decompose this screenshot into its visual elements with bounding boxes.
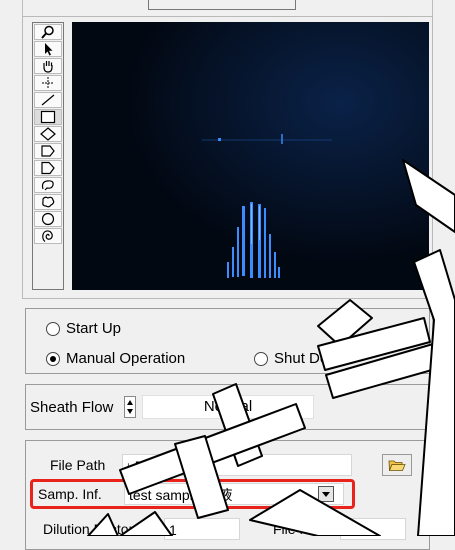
manual-operation-radio[interactable]: Manual Operation	[46, 350, 185, 367]
rectangle-icon[interactable]	[34, 109, 62, 125]
dilution-factor-field[interactable]: 1	[164, 518, 240, 540]
file-path-value: D:\Data	[134, 458, 183, 474]
line-icon[interactable]	[34, 92, 62, 108]
file-path-field[interactable]: ⊦ D:\Data	[122, 454, 352, 476]
file-no-label: File No.	[273, 521, 322, 537]
samp-inf-dropdown-button[interactable]	[318, 486, 334, 502]
shut-down-radio[interactable]: Shut Down	[254, 350, 347, 367]
shut-down-radio-circle[interactable]	[254, 351, 268, 366]
lasso-icon[interactable]	[34, 177, 62, 193]
zoom-icon[interactable]	[34, 24, 62, 40]
start-up-radio[interactable]: Start Up	[46, 320, 121, 337]
pointer-icon[interactable]	[34, 41, 62, 57]
crosshair-icon[interactable]	[34, 75, 62, 91]
sheath-flow-label: Sheath Flow	[30, 399, 114, 416]
spiral-icon[interactable]	[34, 228, 62, 244]
tool-palette	[32, 22, 64, 290]
sheath-flow-value: Normal	[142, 395, 314, 419]
samp-inf-label: Samp. Inf.	[38, 486, 102, 502]
chevron-down-icon	[322, 491, 330, 497]
start-up-radio-circle[interactable]	[46, 321, 60, 336]
pentagon-icon[interactable]	[34, 143, 62, 159]
manual-operation-radio-circle[interactable]	[46, 351, 60, 366]
start-up-label: Start Up	[66, 320, 122, 337]
manual-operation-label: Manual Operation	[66, 350, 186, 367]
path-tree-icon: ⊦	[127, 462, 133, 474]
samp-inf-dropdown[interactable]: test sample 洗液	[124, 483, 344, 505]
spinner-up-icon[interactable]	[127, 400, 133, 405]
dilution-factor-label: Dilution Factor	[43, 521, 134, 537]
hand-icon[interactable]	[34, 58, 62, 74]
file-info-panel: File Path ⊦ D:\Data Samp. Inf. test sampl…	[25, 440, 430, 550]
spinner-down-icon[interactable]	[127, 409, 133, 414]
diamond-icon[interactable]	[34, 126, 62, 142]
image-viewer[interactable]	[72, 22, 429, 290]
sheath-flow-spinner[interactable]	[124, 396, 136, 418]
samp-inf-value: test sample 洗液	[129, 487, 233, 503]
file-path-label: File Path	[50, 457, 106, 473]
ellipse-icon[interactable]	[34, 211, 62, 227]
shut-down-label: Shut Down	[274, 350, 348, 367]
folder-open-icon	[388, 460, 406, 471]
file-no-field[interactable]: 5	[340, 518, 406, 540]
top-dropdown-edge	[148, 0, 296, 10]
browse-folder-button[interactable]	[382, 454, 412, 476]
sheath-flow-panel: Sheath Flow Normal	[25, 384, 430, 430]
freehand-icon[interactable]	[34, 194, 62, 210]
particle-image	[72, 22, 429, 290]
operation-mode-panel: Start Up Manual Operation Shut Down	[25, 308, 430, 374]
polygon-icon[interactable]	[34, 160, 62, 176]
